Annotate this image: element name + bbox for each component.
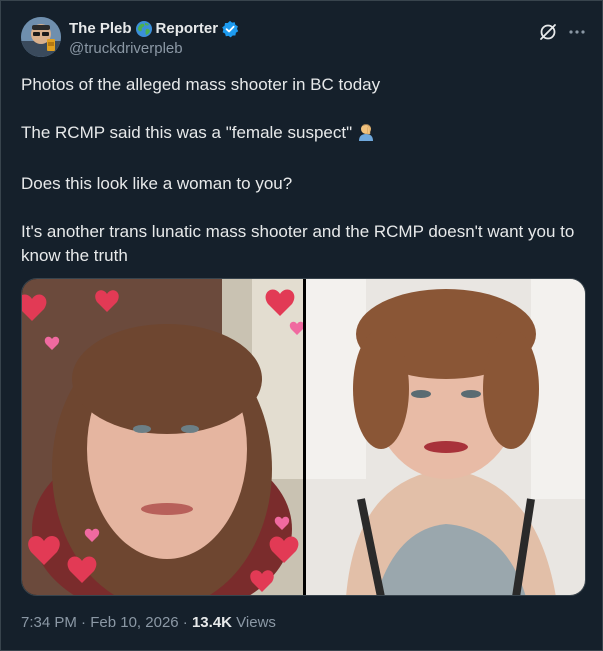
views-link[interactable]: 13.4K Views — [192, 614, 276, 631]
tweet-date[interactable]: Feb 10, 2026 — [90, 614, 178, 631]
more-options-button[interactable] — [566, 21, 588, 43]
grok-icon — [540, 24, 556, 40]
man-facepalming-icon — [356, 121, 376, 148]
display-name[interactable]: The Pleb Reporter — [69, 19, 239, 39]
tweet-text: Photos of the alleged mass shooter in BC… — [21, 73, 586, 268]
views-label: Views — [236, 614, 276, 631]
tweet-paragraph-2: The RCMP said this was a "female suspect… — [21, 121, 586, 148]
tweet-paragraph-3: Does this look like a woman to you? — [21, 174, 293, 193]
meta-separator-2: · — [182, 614, 188, 631]
tweet-card: The Pleb Reporter @truckdriverpleb Photo… — [0, 0, 603, 651]
author-avatar[interactable] — [21, 17, 61, 57]
views-count: 13.4K — [191, 614, 232, 631]
photo-right[interactable] — [306, 279, 585, 595]
author-handle[interactable]: @truckdriverpleb — [69, 39, 239, 59]
display-name-first[interactable]: The Pleb — [69, 19, 132, 39]
meta-separator-1: · — [81, 614, 87, 631]
tweet-header: The Pleb Reporter @truckdriverpleb — [21, 17, 586, 61]
photo-right-image-icon — [306, 279, 585, 595]
tweet-time[interactable]: 7:34 PM — [21, 614, 77, 631]
media-grid — [21, 278, 586, 596]
more-dots-icon — [569, 30, 585, 34]
tweet-paragraph-4: It's another trans lunatic mass shooter … — [21, 222, 575, 265]
author-names: The Pleb Reporter @truckdriverpleb — [69, 19, 239, 59]
tweet-paragraph-2-text: The RCMP said this was a "female suspect… — [21, 123, 353, 142]
grok-button[interactable] — [537, 21, 559, 43]
verified-badge-icon — [222, 20, 239, 38]
tweet-paragraph-1: Photos of the alleged mass shooter in BC… — [21, 75, 381, 94]
tweet-meta: 7:34 PM · Feb 10, 2026 · 13.4K Views — [21, 613, 276, 633]
display-name-second[interactable]: Reporter — [156, 19, 219, 39]
photo-left[interactable] — [22, 279, 303, 595]
globe-icon — [135, 21, 152, 37]
avatar-photo-icon — [21, 17, 61, 57]
photo-left-image-icon — [22, 279, 303, 595]
